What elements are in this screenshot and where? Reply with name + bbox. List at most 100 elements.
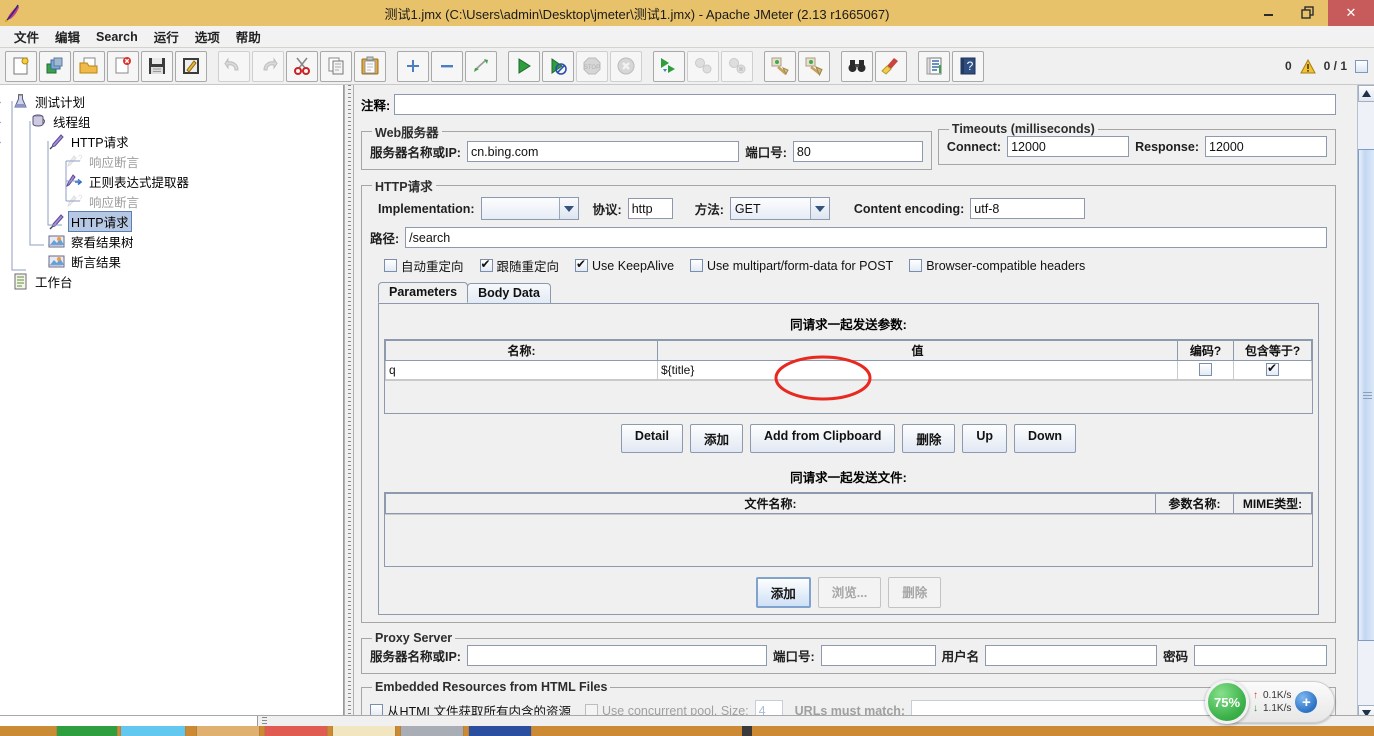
column-mime-type[interactable]: MIME类型: [1233, 493, 1312, 514]
tree-node-5[interactable]: 正则表达式提取器 [4, 171, 343, 191]
column-include-equals[interactable]: 包含等于? [1233, 340, 1312, 361]
warning-triangle-icon[interactable] [1299, 58, 1316, 74]
column-value[interactable]: 值 [657, 340, 1178, 361]
cpu-percent-gauge[interactable]: 75% [1205, 680, 1249, 724]
vertical-scrollbar[interactable] [1357, 85, 1374, 722]
delete-parameter-button[interactable]: 删除 [902, 424, 956, 453]
checkbox-use-keepalive[interactable]: Use KeepAlive [575, 257, 674, 273]
os-taskbar[interactable] [0, 726, 1374, 736]
content-encoding-input[interactable]: utf-8 [970, 198, 1086, 219]
search-button[interactable] [841, 50, 873, 82]
save-button[interactable] [141, 50, 173, 82]
column-name[interactable]: 名称: [385, 340, 658, 361]
tree-node-3[interactable]: HTTP请求 [0, 131, 343, 151]
files-table[interactable]: 文件名称: 参数名称: MIME类型: [385, 493, 1312, 514]
start-button[interactable] [508, 50, 540, 82]
clear-button[interactable] [764, 50, 796, 82]
help-button[interactable]: ? [952, 50, 984, 82]
menu-item-options[interactable]: 选项 [187, 25, 228, 48]
port-input[interactable]: 80 [792, 141, 923, 162]
menu-item-run[interactable]: 运行 [146, 25, 187, 48]
scroll-up-arrow-icon[interactable] [1358, 85, 1374, 102]
protocol-input[interactable]: http [627, 198, 673, 219]
param-include-equals-cell[interactable] [1233, 360, 1312, 380]
expand-widget-button[interactable]: + [1295, 691, 1318, 713]
tree-node-9[interactable]: 断言结果 [4, 251, 343, 271]
shutdown-remote-all-button[interactable] [721, 50, 753, 82]
move-up-button[interactable]: Up [962, 424, 1008, 453]
redo-button[interactable] [252, 50, 284, 82]
panel-splitter[interactable] [344, 85, 354, 722]
column-encode[interactable]: 编码? [1177, 340, 1234, 361]
tree-expand-handle-icon[interactable] [0, 96, 1, 105]
implementation-select[interactable] [480, 197, 579, 220]
close-button[interactable]: ✕ [1328, 0, 1374, 26]
encode-checkbox[interactable] [1199, 363, 1212, 376]
test-plan-tree[interactable]: 测试计划 线程组 HTTP请求? 响应断言 正则表达式提取器? 响应断言 HTTP请求 察看结… [0, 85, 344, 722]
stop-remote-all-button[interactable] [687, 50, 719, 82]
connect-timeout-input[interactable]: 12000 [1007, 136, 1130, 157]
include-equals-checkbox[interactable] [1266, 361, 1279, 376]
tree-node-1[interactable]: 测试计划 [0, 91, 343, 111]
undo-button[interactable] [218, 50, 250, 82]
tree-expand-handle-icon[interactable] [0, 136, 1, 145]
menu-item-help[interactable]: 帮助 [228, 25, 269, 48]
checkbox-follow-redirect[interactable]: 跟随重定向 [479, 256, 559, 275]
parameters-table[interactable]: 名称: 值 编码? 包含等于? q ${title} [385, 340, 1312, 380]
table-row[interactable]: q ${title} [385, 360, 1312, 380]
toggle-button[interactable] [465, 50, 497, 82]
close-document-button[interactable] [107, 50, 139, 82]
proxy-port-input[interactable] [820, 645, 936, 666]
param-value-cell[interactable]: ${title} [657, 360, 1178, 380]
reset-search-button[interactable] [875, 50, 907, 82]
param-encode-cell[interactable] [1177, 360, 1234, 380]
tree-node-2[interactable]: 线程组 [0, 111, 343, 131]
detail-button[interactable]: Detail [620, 424, 683, 453]
browse-button[interactable]: 浏览... [817, 577, 882, 608]
tab-body-data[interactable]: Body Data [467, 283, 551, 303]
clear-all-button[interactable] [798, 50, 830, 82]
menu-item-edit[interactable]: 编辑 [47, 25, 88, 48]
start-remote-all-button[interactable] [653, 50, 685, 82]
scrollbar-thumb[interactable] [1358, 149, 1374, 641]
checkbox-browser-compatible-headers[interactable]: Browser-compatible headers [909, 259, 1085, 273]
path-input[interactable]: /search [405, 227, 1327, 248]
status-resize-grip[interactable] [262, 717, 267, 726]
new-button[interactable] [5, 50, 37, 82]
checkbox-multipart-form-data[interactable]: Use multipart/form-data for POST [690, 259, 893, 273]
add-file-button[interactable]: 添加 [755, 577, 811, 608]
open-button[interactable] [73, 50, 105, 82]
column-param-name[interactable]: 参数名称: [1155, 493, 1234, 514]
collapse-all-button[interactable] [431, 50, 463, 82]
add-parameter-button[interactable]: 添加 [689, 424, 743, 453]
tab-parameters[interactable]: Parameters [378, 282, 469, 303]
tree-node-6[interactable]: ? 响应断言 [4, 191, 343, 211]
tree-node-4[interactable]: ? 响应断言 [4, 151, 343, 171]
menu-item-search[interactable]: Search [88, 28, 146, 46]
maximize-restore-button[interactable] [1288, 0, 1328, 26]
cut-button[interactable] [286, 50, 318, 82]
delete-file-button[interactable]: 删除 [888, 577, 942, 608]
param-name-cell[interactable]: q [385, 360, 658, 380]
proxy-username-input[interactable] [985, 645, 1158, 666]
start-no-pauses-button[interactable] [542, 50, 574, 82]
response-timeout-input[interactable]: 12000 [1205, 136, 1327, 157]
stop-button[interactable]: STOP [576, 50, 608, 82]
checkbox-auto-redirect[interactable]: 自动重定向 [384, 256, 464, 275]
method-select[interactable]: GET [729, 197, 830, 220]
shutdown-button[interactable] [610, 50, 642, 82]
proxy-password-input[interactable] [1194, 645, 1327, 666]
proxy-server-input[interactable] [466, 645, 767, 666]
server-name-input[interactable]: cn.bing.com [466, 141, 740, 162]
network-speed-widget[interactable]: 75% ↑ 0.1K/s ↓ 1.1K/s + [1205, 680, 1335, 724]
add-from-clipboard-button[interactable]: Add from Clipboard [749, 424, 896, 453]
minimize-button[interactable] [1248, 0, 1288, 26]
templates-button[interactable] [39, 50, 71, 82]
tree-node-10[interactable]: 工作台 [4, 271, 343, 291]
save-as-button[interactable] [175, 50, 207, 82]
move-down-button[interactable]: Down [1014, 424, 1077, 453]
column-file-name[interactable]: 文件名称: [385, 493, 1156, 514]
copy-button[interactable] [320, 50, 352, 82]
comment-input[interactable] [394, 94, 1336, 115]
expand-all-button[interactable] [397, 50, 429, 82]
